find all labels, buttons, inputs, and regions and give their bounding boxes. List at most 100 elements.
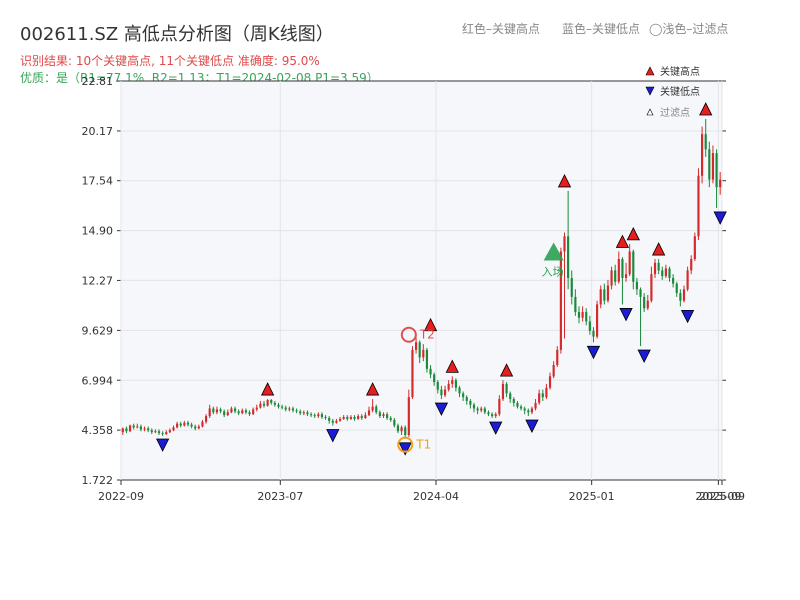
- candle-body: [682, 289, 686, 301]
- y-tick-label: 12.27: [82, 274, 114, 287]
- candle-body: [491, 414, 494, 417]
- candle-body: [393, 419, 396, 426]
- candle-body: [176, 423, 179, 428]
- candle-body: [639, 289, 642, 297]
- candle-body: [690, 259, 693, 271]
- candle-body: [577, 312, 581, 318]
- candle-body: [483, 408, 486, 413]
- candle-body: [194, 426, 197, 429]
- candle-body: [230, 408, 233, 413]
- candle-body: [378, 412, 381, 417]
- candle-body: [270, 400, 273, 403]
- candle-body: [614, 270, 617, 282]
- candle-body: [165, 432, 168, 435]
- candle-body: [306, 412, 309, 415]
- candle-body: [183, 422, 186, 426]
- candle-body: [451, 380, 454, 384]
- candle-body: [302, 412, 305, 414]
- candle-body: [295, 410, 298, 412]
- candle-body: [552, 364, 555, 377]
- candle-body: [440, 389, 443, 396]
- y-tick-label: 6.994: [82, 374, 114, 387]
- candle-body: [161, 433, 164, 435]
- candle-body: [281, 406, 284, 408]
- candle-body: [291, 408, 295, 411]
- y-tick-label: 9.629: [82, 324, 114, 337]
- candle-body: [241, 410, 244, 414]
- candle-body: [154, 431, 157, 433]
- candle-body: [538, 393, 541, 403]
- x-tick-label: 2024-04: [413, 490, 459, 503]
- candle-body: [447, 383, 450, 390]
- candle-body: [353, 417, 356, 419]
- candle-body: [179, 423, 182, 426]
- candle-body: [219, 409, 222, 412]
- candle-body: [172, 427, 175, 431]
- y-tick-label: 17.54: [82, 175, 114, 188]
- candle-body: [701, 134, 704, 176]
- candle-body: [364, 415, 367, 418]
- candle-body: [599, 289, 602, 305]
- candle-body: [150, 430, 153, 433]
- candle-body: [650, 274, 653, 301]
- candle-body: [422, 349, 425, 358]
- candle-body: [462, 393, 465, 398]
- candle-body: [244, 410, 247, 413]
- candle-body: [534, 402, 537, 409]
- candle-body: [317, 414, 320, 417]
- candle-body: [545, 387, 548, 398]
- candle-body: [139, 426, 142, 430]
- candle-body: [693, 236, 696, 260]
- candle-body: [661, 270, 664, 277]
- candle-body: [498, 399, 501, 415]
- candle-body: [371, 406, 374, 411]
- candle-body: [277, 404, 280, 407]
- candle-body: [512, 399, 515, 403]
- candle-body: [201, 421, 204, 427]
- candle-body: [259, 403, 262, 408]
- x-tick-label: 2025-09: [699, 490, 745, 503]
- candle-body: [204, 416, 208, 422]
- candle-body: [509, 393, 512, 400]
- candle-body: [342, 417, 345, 419]
- candle-body: [668, 268, 671, 278]
- candle-body: [186, 422, 190, 425]
- candle-body: [400, 427, 403, 432]
- candle-body: [476, 408, 479, 411]
- candle-body: [519, 406, 523, 409]
- candle-body: [208, 408, 211, 417]
- y-tick-label: 14.90: [82, 225, 114, 238]
- candle-body: [596, 304, 599, 337]
- candle-body: [443, 389, 447, 396]
- candle-body: [465, 397, 468, 401]
- candle-body: [617, 259, 620, 282]
- y-tick-label: 20.17: [82, 125, 114, 138]
- candle-body: [704, 134, 707, 150]
- candle-body: [404, 427, 407, 436]
- candle-body: [501, 383, 505, 400]
- candle-body: [454, 380, 457, 388]
- candle-body: [396, 425, 400, 432]
- candle-body: [715, 153, 718, 188]
- candle-body: [505, 383, 508, 394]
- candle-body: [338, 418, 342, 421]
- candle-body: [606, 285, 610, 301]
- candle-body: [367, 410, 371, 416]
- candle-body: [530, 408, 534, 413]
- candle-body: [266, 400, 269, 406]
- candle-body: [168, 430, 171, 433]
- candle-body: [407, 397, 410, 436]
- candle-body: [252, 409, 255, 415]
- candlestick-chart: 1.722 4.358 6.994 9.629 12.27 14.90 17.54 20.17…: [82, 65, 745, 503]
- candle-body: [132, 425, 135, 428]
- t-marker-label: T1: [415, 438, 431, 452]
- candle-body: [237, 411, 240, 414]
- candle-body: [624, 274, 628, 278]
- candle-body: [708, 149, 711, 180]
- candle-body: [309, 414, 313, 416]
- candle-body: [469, 400, 472, 405]
- candle-body: [433, 374, 436, 383]
- candle-body: [610, 270, 613, 286]
- candle-body: [436, 382, 439, 390]
- candle-body: [523, 408, 526, 411]
